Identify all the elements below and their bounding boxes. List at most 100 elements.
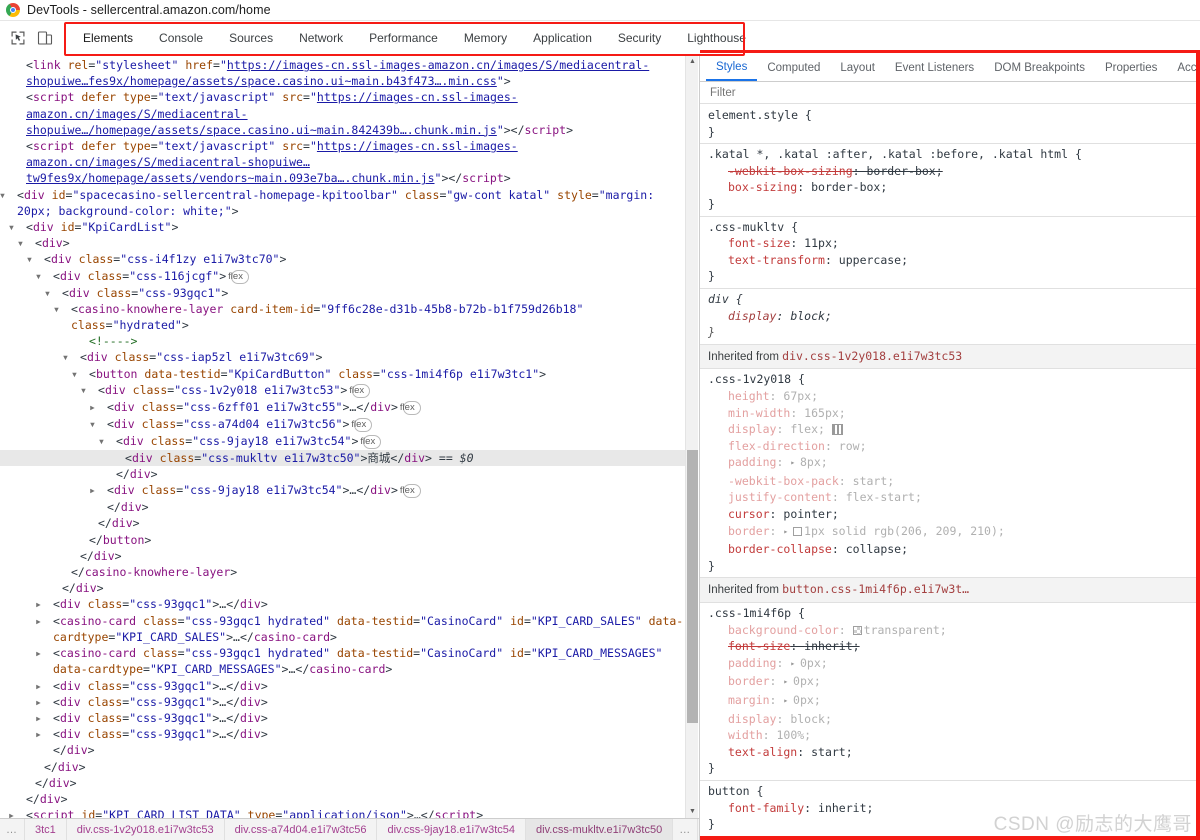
dom-node[interactable]: <div class="css-iap5zl e1i7w3tc69"> xyxy=(0,349,686,365)
tab-network[interactable]: Network xyxy=(286,21,356,55)
dom-node[interactable]: <script defer type="text/javascript" src… xyxy=(0,89,686,138)
css-rule[interactable]: div {display: block;} xyxy=(700,289,1200,345)
css-value[interactable]: border-box; xyxy=(811,180,887,194)
css-value[interactable]: flex; xyxy=(790,422,825,436)
expand-shorthand-icon[interactable]: ▸ xyxy=(790,455,800,472)
css-declaration[interactable]: cursor: pointer; xyxy=(708,506,1200,523)
dom-node[interactable]: </div> xyxy=(0,499,686,515)
expand-arrow-icon[interactable] xyxy=(53,285,62,301)
dom-node[interactable]: </casino-knowhere-layer> xyxy=(0,564,686,580)
collapse-arrow-icon[interactable] xyxy=(44,678,53,694)
css-selector[interactable]: div { xyxy=(708,291,1200,308)
dom-node[interactable]: </div> xyxy=(0,775,686,791)
dom-node[interactable]: <div class="css-93gqc1">…</div> xyxy=(0,694,686,710)
css-declaration[interactable]: background-color: transparent; xyxy=(708,622,1200,639)
breadcrumb-item[interactable]: 3tc1 xyxy=(25,819,67,840)
css-property[interactable]: cursor xyxy=(728,507,770,521)
expand-arrow-icon[interactable] xyxy=(17,219,26,235)
color-swatch[interactable] xyxy=(852,625,862,635)
css-declaration[interactable]: width: 100%; xyxy=(708,727,1200,744)
dom-node[interactable]: <div class="css-93gqc1">…</div> xyxy=(0,596,686,612)
tab-console[interactable]: Console xyxy=(146,21,216,55)
css-property[interactable]: background-color xyxy=(728,623,839,637)
styles-tab-properties[interactable]: Properties xyxy=(1095,55,1167,81)
expand-arrow-icon[interactable] xyxy=(98,416,107,432)
css-property[interactable]: font-size xyxy=(728,236,790,250)
css-declaration[interactable]: text-align: start; xyxy=(708,744,1200,761)
flex-badge[interactable]: flex xyxy=(400,400,421,415)
breadcrumb-item[interactable]: div.css-9jay18.e1i7w3tc54 xyxy=(377,819,527,840)
tab-application[interactable]: Application xyxy=(520,21,605,55)
css-property[interactable]: -webkit-box-sizing xyxy=(728,164,853,178)
css-selector[interactable]: .katal *, .katal :after, .katal :before,… xyxy=(708,146,1200,163)
expand-arrow-icon[interactable] xyxy=(8,187,17,203)
dom-node[interactable]: <div id="KpiCardList"> xyxy=(0,219,686,235)
expand-arrow-icon[interactable] xyxy=(35,251,44,267)
flex-badge[interactable]: flex xyxy=(228,269,249,284)
tab-security[interactable]: Security xyxy=(605,21,674,55)
css-property[interactable]: padding xyxy=(728,656,776,670)
expand-arrow-icon[interactable] xyxy=(80,366,89,382)
flex-badge[interactable]: flex xyxy=(349,383,371,398)
dom-node[interactable]: <button data-testid="KpiCardButton" clas… xyxy=(0,366,686,382)
styles-filter-bar[interactable] xyxy=(700,82,1200,104)
css-value[interactable]: collapse; xyxy=(846,542,908,556)
dom-node[interactable]: <div class="css-93gqc1">…</div> xyxy=(0,710,686,726)
dom-node-selected[interactable]: ⋯<div class="css-mukltv e1i7w3tc50">商城</… xyxy=(0,449,686,467)
styles-tab-event-listeners[interactable]: Event Listeners xyxy=(885,55,984,81)
css-declaration[interactable]: margin: ▸ 0px; xyxy=(708,692,1200,711)
dom-node[interactable]: <div class="css-a74d04 e1i7w3tc56">flex xyxy=(0,416,686,433)
device-toolbar-icon[interactable] xyxy=(36,30,53,47)
breadcrumb-item[interactable]: … xyxy=(673,819,699,840)
css-property[interactable]: display xyxy=(728,309,776,323)
css-declaration[interactable]: border-collapse: collapse; xyxy=(708,541,1200,558)
flex-badge[interactable]: flex xyxy=(400,484,421,499)
dom-node[interactable]: <link rel="stylesheet" href="https://ima… xyxy=(0,57,686,89)
scroll-up-icon[interactable]: ▲ xyxy=(686,55,699,68)
css-property[interactable]: text-transform xyxy=(728,253,825,267)
collapse-arrow-icon[interactable] xyxy=(98,482,107,498)
css-declaration[interactable]: font-size: 11px; xyxy=(708,235,1200,252)
collapse-arrow-icon[interactable] xyxy=(44,596,53,612)
dom-scrollbar-thumb[interactable] xyxy=(687,450,698,723)
css-property[interactable]: padding xyxy=(728,455,776,469)
flex-editor-icon[interactable] xyxy=(831,424,843,436)
css-property[interactable]: min-width xyxy=(728,406,790,420)
dom-node[interactable]: <div class="css-116jcgf">flex xyxy=(0,268,686,285)
inspect-element-icon[interactable] xyxy=(9,30,26,47)
breadcrumb-item[interactable]: div.css-mukltv.e1i7w3tc50 xyxy=(526,819,674,840)
css-value[interactable]: 0px; xyxy=(793,693,821,707)
expand-shorthand-icon[interactable]: ▸ xyxy=(790,656,800,673)
css-selector[interactable]: element.style { xyxy=(708,107,1200,124)
expand-shorthand-icon[interactable]: ▸ xyxy=(783,693,793,710)
dom-node[interactable]: </button> xyxy=(0,532,686,548)
expand-shorthand-icon[interactable]: ▸ xyxy=(783,674,793,691)
expand-arrow-icon[interactable] xyxy=(26,235,35,251)
inherited-source[interactable]: div.css-1v2y018.e1i7w3tc53 xyxy=(782,349,962,363)
flex-badge[interactable]: flex xyxy=(360,434,382,449)
css-property[interactable]: -webkit-box-pack xyxy=(728,474,839,488)
tab-memory[interactable]: Memory xyxy=(451,21,520,55)
css-property[interactable]: justify-content xyxy=(728,490,832,504)
dom-node[interactable]: <div> xyxy=(0,235,686,251)
dom-node[interactable]: <script id="KPI_CARD_LIST_DATA" type="ap… xyxy=(0,807,686,818)
tab-sources[interactable]: Sources xyxy=(216,21,286,55)
styles-rules-list[interactable]: element.style {} .katal *, .katal :after,… xyxy=(700,105,1200,840)
breadcrumb-item[interactable]: … xyxy=(0,819,25,840)
css-selector[interactable]: .css-1mi4f6p { xyxy=(708,605,1200,622)
css-value[interactable]: 1px solid rgb(206, 209, 210); xyxy=(804,524,1005,538)
css-selector[interactable]: button { xyxy=(708,783,1200,800)
styles-tab-styles[interactable]: Styles xyxy=(706,55,758,81)
collapse-arrow-icon[interactable] xyxy=(17,807,26,818)
css-property[interactable]: display xyxy=(728,422,776,436)
dom-node[interactable]: <casino-knowhere-layer card-item-id="9ff… xyxy=(0,301,686,333)
css-value[interactable]: pointer; xyxy=(783,507,838,521)
css-value[interactable]: 8px; xyxy=(800,455,828,469)
css-declaration[interactable]: box-sizing: border-box; xyxy=(708,179,1200,196)
css-value[interactable]: flex-start; xyxy=(846,490,922,504)
scroll-down-icon[interactable]: ▼ xyxy=(686,805,699,818)
collapse-arrow-icon[interactable] xyxy=(44,726,53,742)
css-value[interactable]: start; xyxy=(811,745,853,759)
collapse-arrow-icon[interactable] xyxy=(44,694,53,710)
styles-tab-dom-breakpoints[interactable]: DOM Breakpoints xyxy=(984,55,1095,81)
